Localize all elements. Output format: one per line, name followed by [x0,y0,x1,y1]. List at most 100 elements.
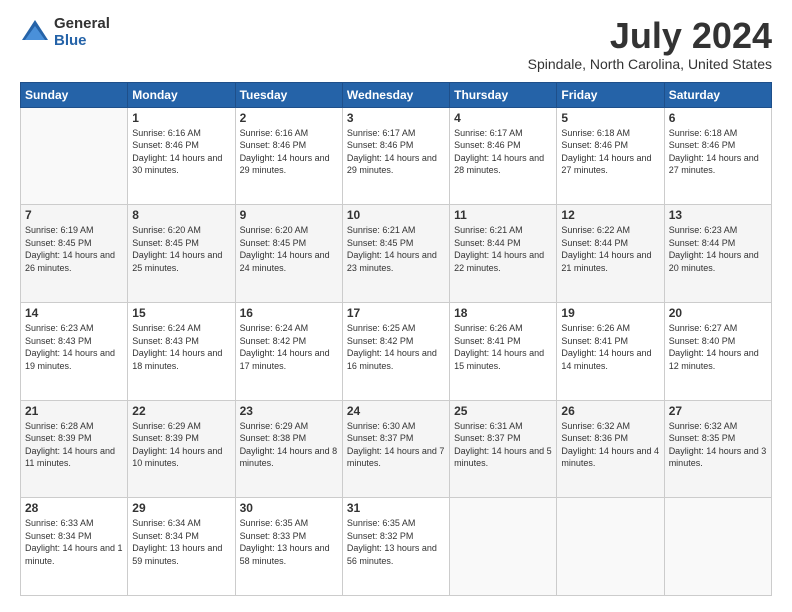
cell-info: Sunrise: 6:27 AMSunset: 8:40 PMDaylight:… [669,322,767,372]
table-row: 18Sunrise: 6:26 AMSunset: 8:41 PMDayligh… [450,302,557,400]
table-row: 8 Sunrise: 6:20 AMSunset: 8:45 PMDaylight… [128,205,235,303]
table-row [557,498,664,596]
header: General Blue July 2024 Spindale, North C… [20,16,772,72]
cell-info: Sunrise: 6:22 AMSunset: 8:44 PMDaylight:… [561,224,659,274]
cell-day-number: 19 [561,306,659,320]
cell-info: Sunrise: 6:24 AMSunset: 8:42 PMDaylight:… [240,322,338,372]
cell-info: Sunrise: 6:30 AMSunset: 8:37 PMDaylight:… [347,420,445,470]
calendar-week-row: 21Sunrise: 6:28 AMSunset: 8:39 PMDayligh… [21,400,772,498]
header-monday: Monday [128,82,235,107]
cell-info: Sunrise: 6:18 AMSunset: 8:46 PMDaylight:… [669,127,767,177]
cell-day-number: 31 [347,501,445,515]
table-row [450,498,557,596]
cell-day-number: 13 [669,208,767,222]
cell-info: Sunrise: 6:21 AMSunset: 8:44 PMDaylight:… [454,224,552,274]
cell-day-number: 28 [25,501,123,515]
page: General Blue July 2024 Spindale, North C… [0,0,792,612]
table-row: 2Sunrise: 6:16 AMSunset: 8:46 PMDaylight… [235,107,342,205]
cell-day-number: 9 [240,208,338,222]
table-row: 9 Sunrise: 6:20 AMSunset: 8:45 PMDaylight… [235,205,342,303]
table-row: 30Sunrise: 6:35 AMSunset: 8:33 PMDayligh… [235,498,342,596]
cell-day-number: 1 [132,111,230,125]
table-row: 19 Sunrise: 6:26 AMSunset: 8:41 PMDayligh… [557,302,664,400]
cell-info: Sunrise: 6:23 AMSunset: 8:43 PMDaylight:… [25,322,123,372]
table-row: 23 Sunrise: 6:29 AMSunset: 8:38 PMDayligh… [235,400,342,498]
table-row: 6 Sunrise: 6:18 AMSunset: 8:46 PMDaylight… [664,107,771,205]
cell-info: Sunrise: 6:34 AMSunset: 8:34 PMDaylight:… [132,517,230,567]
calendar-week-row: 28 Sunrise: 6:33 AMSunset: 8:34 PMDayligh… [21,498,772,596]
cell-day-number: 29 [132,501,230,515]
header-thursday: Thursday [450,82,557,107]
cell-info: Sunrise: 6:33 AMSunset: 8:34 PMDaylight:… [25,517,123,567]
table-row: 7 Sunrise: 6:19 AMSunset: 8:45 PMDaylight… [21,205,128,303]
table-row: 27 Sunrise: 6:32 AMSunset: 8:35 PMDayligh… [664,400,771,498]
cell-day-number: 23 [240,404,338,418]
cell-day-number: 18 [454,306,552,320]
table-row: 10Sunrise: 6:21 AMSunset: 8:45 PMDayligh… [342,205,449,303]
table-row: 11 Sunrise: 6:21 AMSunset: 8:44 PMDayligh… [450,205,557,303]
cell-day-number: 24 [347,404,445,418]
header-friday: Friday [557,82,664,107]
cell-day-number: 10 [347,208,445,222]
logo-icon [20,18,50,48]
subtitle: Spindale, North Carolina, United States [528,56,772,72]
cell-day-number: 4 [454,111,552,125]
cell-info: Sunrise: 6:25 AMSunset: 8:42 PMDaylight:… [347,322,445,372]
cell-day-number: 5 [561,111,659,125]
table-row: 20Sunrise: 6:27 AMSunset: 8:40 PMDayligh… [664,302,771,400]
cell-info: Sunrise: 6:26 AMSunset: 8:41 PMDaylight:… [561,322,659,372]
cell-info: Sunrise: 6:29 AMSunset: 8:39 PMDaylight:… [132,420,230,470]
title-section: July 2024 Spindale, North Carolina, Unit… [528,16,772,72]
cell-info: Sunrise: 6:16 AMSunset: 8:46 PMDaylight:… [132,127,230,177]
table-row: 21Sunrise: 6:28 AMSunset: 8:39 PMDayligh… [21,400,128,498]
table-row: 14Sunrise: 6:23 AMSunset: 8:43 PMDayligh… [21,302,128,400]
table-row: 31Sunrise: 6:35 AMSunset: 8:32 PMDayligh… [342,498,449,596]
table-row: 5 Sunrise: 6:18 AMSunset: 8:46 PMDaylight… [557,107,664,205]
logo: General Blue [20,16,110,49]
table-row [21,107,128,205]
cell-day-number: 15 [132,306,230,320]
calendar-week-row: 7 Sunrise: 6:19 AMSunset: 8:45 PMDaylight… [21,205,772,303]
table-row [664,498,771,596]
cell-info: Sunrise: 6:19 AMSunset: 8:45 PMDaylight:… [25,224,123,274]
table-row: 15 Sunrise: 6:24 AMSunset: 8:43 PMDayligh… [128,302,235,400]
logo-blue: Blue [54,33,110,50]
cell-day-number: 8 [132,208,230,222]
cell-day-number: 16 [240,306,338,320]
main-title: July 2024 [528,16,772,56]
table-row: 4 Sunrise: 6:17 AMSunset: 8:46 PMDaylight… [450,107,557,205]
cell-info: Sunrise: 6:20 AMSunset: 8:45 PMDaylight:… [240,224,338,274]
cell-info: Sunrise: 6:32 AMSunset: 8:36 PMDaylight:… [561,420,659,470]
cell-info: Sunrise: 6:20 AMSunset: 8:45 PMDaylight:… [132,224,230,274]
cell-day-number: 26 [561,404,659,418]
calendar-week-row: 14Sunrise: 6:23 AMSunset: 8:43 PMDayligh… [21,302,772,400]
table-row: 1 Sunrise: 6:16 AMSunset: 8:46 PMDaylight… [128,107,235,205]
cell-day-number: 11 [454,208,552,222]
calendar-header-row: Sunday Monday Tuesday Wednesday Thursday… [21,82,772,107]
table-row: 26 Sunrise: 6:32 AMSunset: 8:36 PMDayligh… [557,400,664,498]
calendar-week-row: 1 Sunrise: 6:16 AMSunset: 8:46 PMDaylight… [21,107,772,205]
table-row: 25Sunrise: 6:31 AMSunset: 8:37 PMDayligh… [450,400,557,498]
cell-info: Sunrise: 6:17 AMSunset: 8:46 PMDaylight:… [454,127,552,177]
cell-day-number: 27 [669,404,767,418]
table-row: 13Sunrise: 6:23 AMSunset: 8:44 PMDayligh… [664,205,771,303]
cell-day-number: 12 [561,208,659,222]
cell-info: Sunrise: 6:29 AMSunset: 8:38 PMDaylight:… [240,420,338,470]
table-row: 29 Sunrise: 6:34 AMSunset: 8:34 PMDayligh… [128,498,235,596]
logo-general: General [54,16,110,33]
table-row: 16 Sunrise: 6:24 AMSunset: 8:42 PMDayligh… [235,302,342,400]
cell-info: Sunrise: 6:18 AMSunset: 8:46 PMDaylight:… [561,127,659,177]
cell-day-number: 21 [25,404,123,418]
header-saturday: Saturday [664,82,771,107]
cell-day-number: 25 [454,404,552,418]
cell-day-number: 7 [25,208,123,222]
cell-day-number: 6 [669,111,767,125]
cell-info: Sunrise: 6:24 AMSunset: 8:43 PMDaylight:… [132,322,230,372]
calendar-table: Sunday Monday Tuesday Wednesday Thursday… [20,82,772,596]
cell-info: Sunrise: 6:16 AMSunset: 8:46 PMDaylight:… [240,127,338,177]
table-row: 12 Sunrise: 6:22 AMSunset: 8:44 PMDayligh… [557,205,664,303]
cell-info: Sunrise: 6:32 AMSunset: 8:35 PMDaylight:… [669,420,767,470]
table-row: 3Sunrise: 6:17 AMSunset: 8:46 PMDaylight… [342,107,449,205]
cell-day-number: 22 [132,404,230,418]
cell-day-number: 17 [347,306,445,320]
